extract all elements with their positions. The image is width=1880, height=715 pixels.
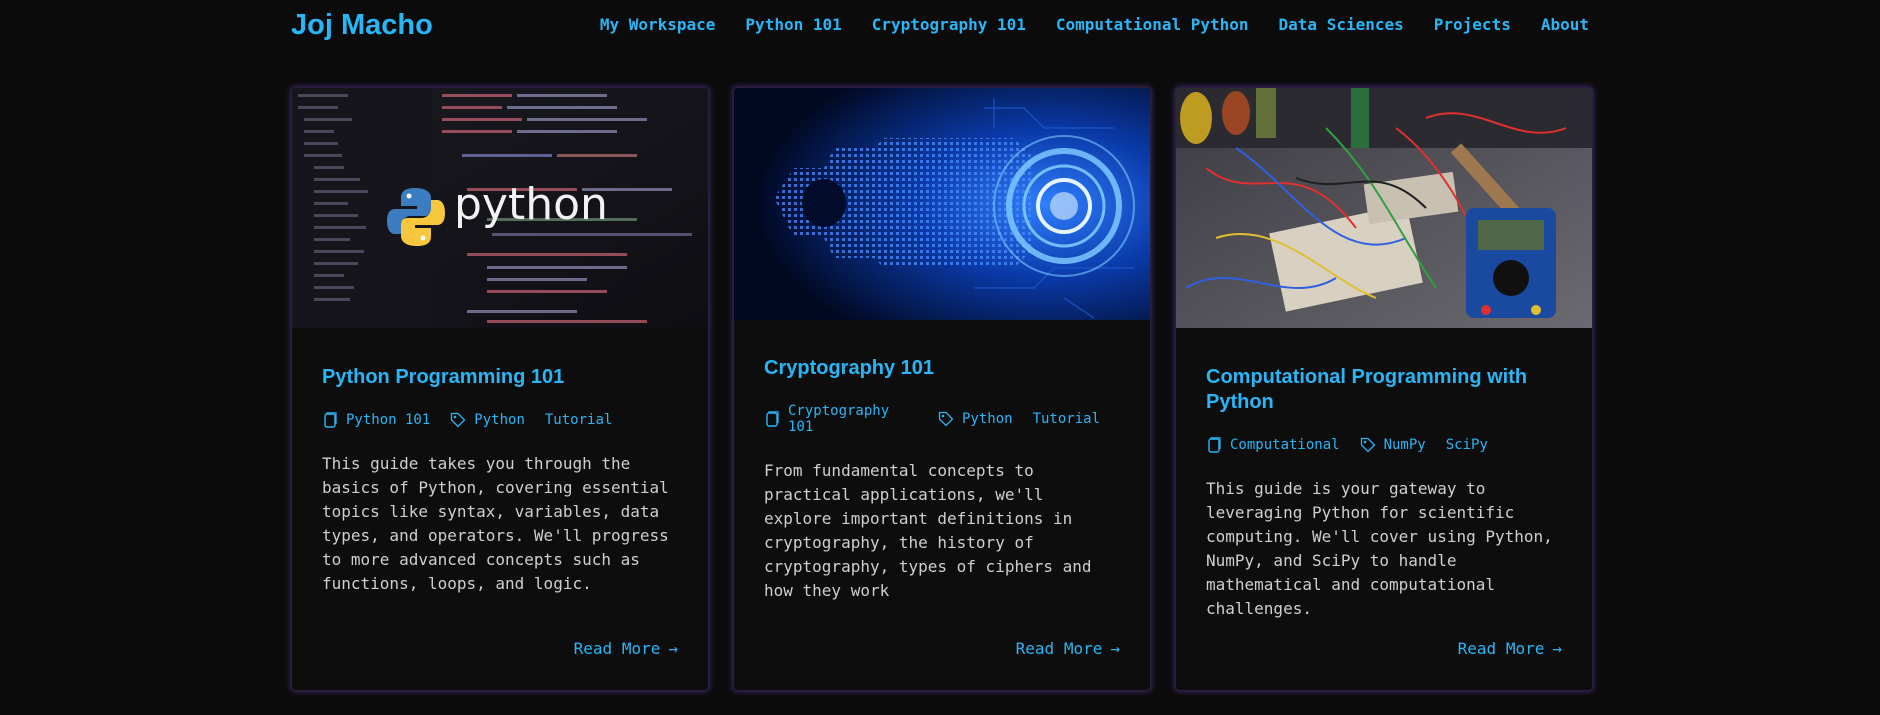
card-category[interactable]: Computational <box>1206 437 1340 453</box>
card-category[interactable]: Python 101 <box>322 412 430 428</box>
nav-about[interactable]: About <box>1541 15 1589 34</box>
card-tag[interactable]: NumPy <box>1384 437 1426 453</box>
nav-my-workspace[interactable]: My Workspace <box>600 15 716 34</box>
nav-computational-python[interactable]: Computational Python <box>1056 15 1249 34</box>
site-header: Joj Macho My Workspace Python 101 Crypto… <box>291 0 1589 52</box>
card-title[interactable]: Python Programming 101 <box>322 365 678 390</box>
document-icon <box>1206 437 1222 453</box>
read-more-link[interactable]: Read More → <box>574 639 678 658</box>
main-nav: My Workspace Python 101 Cryptography 101… <box>600 15 1589 34</box>
card-tag[interactable]: Python <box>962 411 1013 427</box>
document-icon <box>322 412 338 428</box>
svg-text:python: python <box>454 179 608 230</box>
card-tag[interactable]: Tutorial <box>545 412 612 428</box>
read-more-link[interactable]: Read More → <box>1458 639 1562 658</box>
read-more-link[interactable]: Read More → <box>1016 639 1120 658</box>
post-card-cryptography: Cryptography 101 Cryptography 101 Python… <box>733 87 1151 691</box>
nav-projects[interactable]: Projects <box>1434 15 1511 34</box>
nav-data-sciences[interactable]: Data Sciences <box>1279 15 1404 34</box>
document-icon <box>764 411 780 427</box>
post-card-python: python Python Programming 101 Python 101 <box>291 87 709 691</box>
card-title[interactable]: Computational Programming with Python <box>1206 365 1562 415</box>
card-description: From fundamental concepts to practical a… <box>764 461 1092 600</box>
card-image-python[interactable]: python <box>292 88 708 328</box>
card-image-computational[interactable] <box>1176 88 1592 328</box>
post-card-computational: Computational Programming with Python Co… <box>1175 87 1593 691</box>
card-tag[interactable]: SciPy <box>1446 437 1488 453</box>
nav-cryptography-101[interactable]: Cryptography 101 <box>872 15 1026 34</box>
card-grid: python Python Programming 101 Python 101 <box>291 87 1593 691</box>
card-image-cryptography[interactable] <box>734 88 1150 320</box>
card-meta: Computational NumPy SciPy <box>1206 437 1562 453</box>
card-title[interactable]: Cryptography 101 <box>764 356 1120 381</box>
card-description: This guide takes you through the basics … <box>322 454 669 593</box>
card-tag[interactable]: Python <box>474 412 525 428</box>
card-meta: Python 101 Python Tutorial <box>322 412 678 428</box>
tag-icon <box>1360 437 1376 453</box>
arrow-right-icon: → <box>668 639 678 658</box>
card-meta: Cryptography 101 Python Tutorial <box>764 403 1120 435</box>
card-tag[interactable]: Tutorial <box>1033 411 1100 427</box>
card-category[interactable]: Cryptography 101 <box>764 403 918 435</box>
arrow-right-icon: → <box>1552 639 1562 658</box>
brand-logo[interactable]: Joj Macho <box>291 9 433 42</box>
tag-icon <box>450 412 466 428</box>
tag-icon <box>938 411 954 427</box>
arrow-right-icon: → <box>1110 639 1120 658</box>
card-description: This guide is your gateway to leveraging… <box>1206 479 1553 618</box>
nav-python-101[interactable]: Python 101 <box>745 15 841 34</box>
